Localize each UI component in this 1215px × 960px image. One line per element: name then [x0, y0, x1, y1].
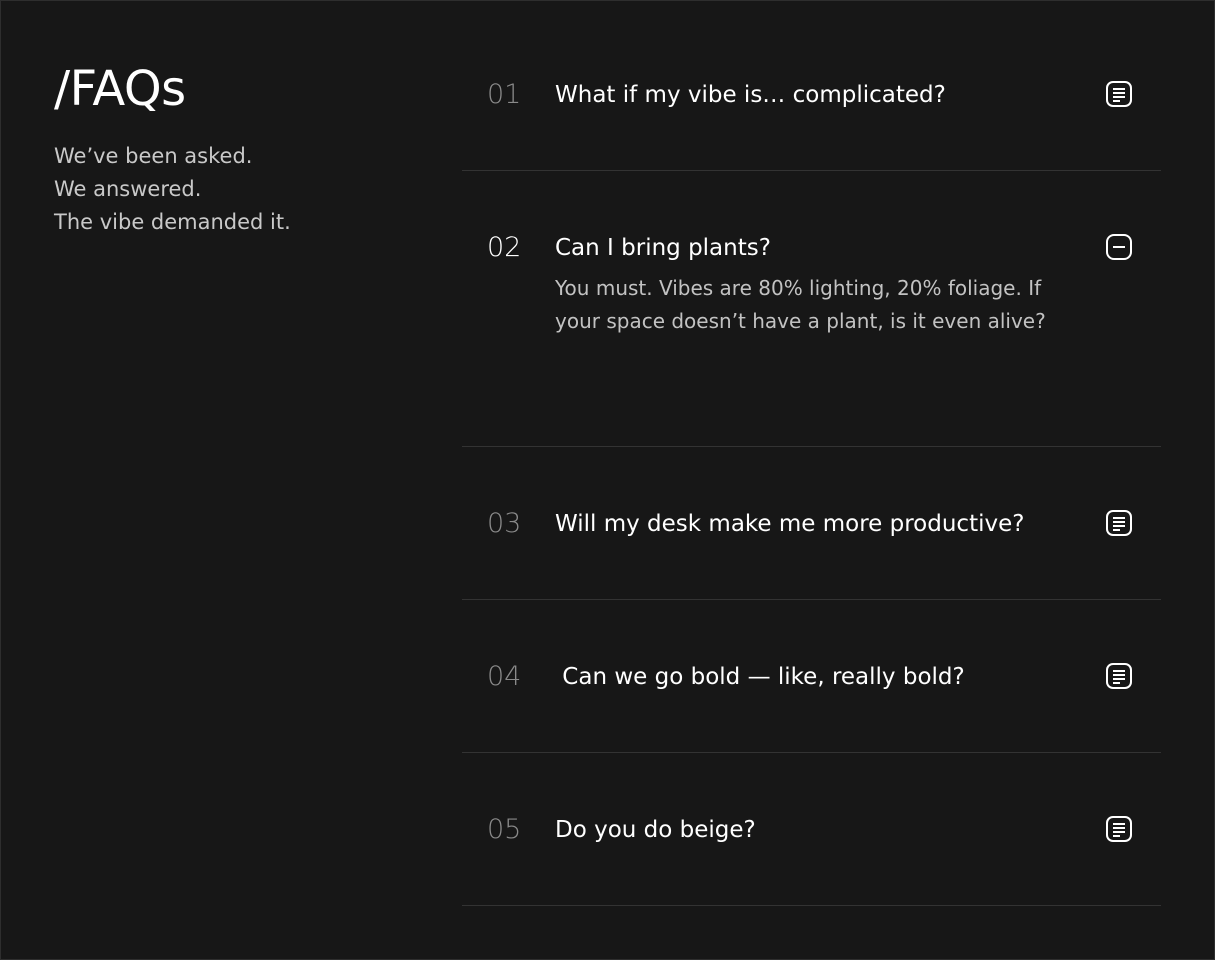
- faq-question[interactable]: Do you do beige?: [555, 810, 756, 850]
- faq-item-3[interactable]: 03 Will my desk make me more productive?: [462, 447, 1161, 600]
- faq-question[interactable]: What if my vibe is… complicated?: [555, 75, 946, 115]
- tagline: We’ve been asked. We answered. The vibe …: [54, 140, 414, 239]
- faq-intro: /FAQs We’ve been asked. We answered. The…: [54, 56, 414, 239]
- page-title: /FAQs: [54, 61, 186, 117]
- faq-number: 01: [487, 79, 522, 110]
- document-lines-icon[interactable]: [1105, 662, 1133, 690]
- collapse-minus-icon[interactable]: [1105, 233, 1133, 261]
- faq-item-4[interactable]: 04 Can we go bold — like, really bold?: [462, 600, 1161, 753]
- faq-question[interactable]: Will my desk make me more productive?: [555, 504, 1024, 544]
- faq-item-5[interactable]: 05 Do you do beige?: [462, 753, 1161, 906]
- faq-number: 02: [487, 232, 522, 263]
- faq-item-2[interactable]: 02 Can I bring plants? You must. Vibes a…: [462, 171, 1161, 447]
- faq-number: 03: [487, 508, 522, 539]
- document-lines-icon[interactable]: [1105, 509, 1133, 537]
- tagline-line: We answered.: [54, 177, 202, 201]
- document-lines-icon[interactable]: [1105, 815, 1133, 843]
- faq-question[interactable]: Can we go bold — like, really bold?: [555, 657, 964, 697]
- faq-list: 01 What if my vibe is… complicated? 02 C…: [462, 18, 1161, 906]
- faq-question[interactable]: Can I bring plants?: [555, 228, 771, 268]
- faq-number: 04: [487, 661, 522, 692]
- faq-item-1[interactable]: 01 What if my vibe is… complicated?: [462, 18, 1161, 171]
- faq-answer: You must. Vibes are 80% lighting, 20% fo…: [555, 276, 1046, 333]
- faq-number: 05: [487, 814, 522, 845]
- tagline-line: The vibe demanded it.: [54, 210, 291, 234]
- tagline-line: We’ve been asked.: [54, 144, 253, 168]
- document-lines-icon[interactable]: [1105, 80, 1133, 108]
